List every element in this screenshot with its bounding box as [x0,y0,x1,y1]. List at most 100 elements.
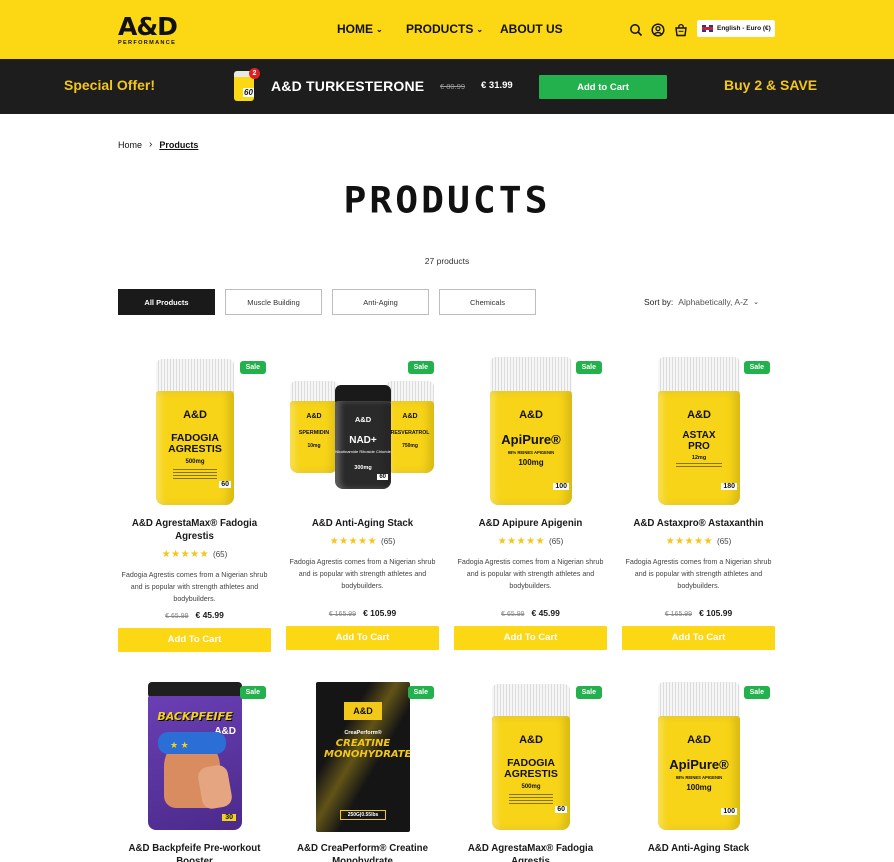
review-count: (65) [213,550,228,559]
logo-subtitle: PERFORMANCE [118,40,177,46]
product-name[interactable]: A&D Anti-Aging Stack [622,842,775,855]
product-name[interactable]: A&D Anti-Aging Stack [286,517,439,530]
add-to-cart-button[interactable]: Add To Cart [118,628,271,652]
brand-logo[interactable]: A&D PERFORMANCE [118,12,190,46]
nav-home[interactable]: HOME ⌄ [337,22,383,36]
filter-chemicals[interactable]: Chemicals [439,289,536,315]
supplement-jar: A&D NAD+ Nicotinamide Riboside Chloride … [335,385,391,489]
promo-product-name: A&D TURKESTERONE [271,78,425,94]
sale-price: € 105.99 [699,608,733,618]
promo-thumb-badge: 60 [243,88,254,97]
product-image[interactable]: A&D ApiPure® 98% REINES APIGENIN 100mg 1… [622,682,775,842]
product-rating: ★★★★★ (65) [118,549,271,560]
promo-old-price: € 80.99 [440,82,466,91]
product-image[interactable]: A&D ASTAX PRO 12mg 180 Sale [622,357,775,517]
star-rating-icon: ★★★★★ [329,536,378,547]
product-description: Fadogia Agrestis comes from a Nigerian s… [121,571,268,603]
sale-price: € 105.99 [363,608,397,618]
product-prices: € 165.99 € 105.99 [622,608,775,618]
star-rating-icon: ★★★★★ [161,549,210,560]
product-image[interactable]: A&D SPERMIDIN 10mg A&D RESVERATROL 750mg… [286,357,439,517]
promo-special-offer: Special Offer! [64,77,156,93]
product-card[interactable]: A&D ApiPure® 98% REINES APIGENIN 100mg 1… [622,682,775,855]
sale-badge: Sale [407,686,434,699]
star-rating-icon: ★★★★★ [665,536,714,547]
chevron-down-icon: ⌄ [476,24,484,34]
supplement-jar: A&D RESVERATROL 750mg [386,381,434,473]
add-to-cart-button[interactable]: Add To Cart [454,626,607,650]
product-prices: € 165.99 € 105.99 [286,608,439,618]
breadcrumb-home[interactable]: Home [118,140,142,150]
product-card[interactable]: A&D FADOGIA AGRESTIS 500mg 60 Sale A&D A… [118,357,271,652]
old-price: € 165.99 [664,611,693,618]
review-count: (65) [717,537,732,546]
product-name[interactable]: A&D Backpfeife Pre-workout Booster [118,842,271,862]
nav-about-label: ABOUT US [500,22,563,36]
sort-value: Alphabetically, A-Z [678,297,749,307]
page-title: PRODUCTS [343,179,551,221]
filter-muscle-building[interactable]: Muscle Building [225,289,322,315]
product-name[interactable]: A&D CreaPerform® Creatine Monohydrate [286,842,439,862]
review-count: (65) [549,537,564,546]
old-price: € 65.99 [501,611,525,618]
sale-badge: Sale [575,686,602,699]
site-header: A&D PERFORMANCE HOME ⌄ PRODUCTS ⌄ ABOUT … [0,0,894,59]
product-name[interactable]: A&D Apipure Apigenin [454,517,607,530]
product-rating: ★★★★★ (65) [286,536,439,547]
product-card[interactable]: BACKPFEIFE A&D ★ ★ 30 Sale A&D Backpfeif… [118,682,271,862]
promo-buy-two-save: Buy 2 & SAVE [724,77,818,93]
language-currency-selector[interactable]: English - Euro (€) [697,20,775,37]
nav-about[interactable]: ABOUT US [500,22,563,36]
sale-badge: Sale [743,686,770,699]
old-price: € 165.99 [328,611,357,618]
breadcrumb: Home › Products [118,139,198,150]
account-icon[interactable] [651,23,665,37]
product-count: 27 products [424,256,470,266]
product-image[interactable]: BACKPFEIFE A&D ★ ★ 30 Sale [118,682,271,842]
review-count: (65) [381,537,396,546]
filter-anti-aging[interactable]: Anti-Aging [332,289,429,315]
product-card[interactable]: A&D ASTAX PRO 12mg 180 Sale A&D Astaxpro… [622,357,775,650]
filter-all-products[interactable]: All Products [118,289,215,315]
sort-label: Sort by: [644,297,674,307]
promo-add-to-cart-button[interactable]: Add to Cart [539,75,667,99]
supplement-jar: A&D FADOGIA AGRESTIS 500mg 60 [492,684,570,830]
preworkout-tub: BACKPFEIFE A&D ★ ★ 30 [148,682,242,830]
supplement-jar: A&D ASTAX PRO 12mg 180 [658,357,740,505]
product-rating: ★★★★★ (65) [454,536,607,547]
chevron-down-icon: ⌄ [753,299,759,306]
product-name[interactable]: A&D Astaxpro® Astaxanthin [622,517,775,530]
language-label: English - Euro (€) [717,25,771,32]
add-to-cart-button[interactable]: Add To Cart [622,626,775,650]
product-card[interactable]: A&D FADOGIA AGRESTIS 500mg 60 Sale A&D A… [454,682,607,862]
product-description: Fadogia Agrestis comes from a Nigerian s… [625,558,772,590]
product-name[interactable]: A&D AgrestaMax® Fadogia Agrestis [118,517,271,543]
search-icon[interactable] [629,23,643,37]
product-image[interactable]: A&D FADOGIA AGRESTIS 500mg 60 Sale [454,682,607,842]
supplement-jar: A&D FADOGIA AGRESTIS 500mg 60 [156,359,234,505]
promo-bar: Special Offer! 60 2 A&D TURKESTERONE € 8… [0,59,894,114]
product-card[interactable]: A&D ApiPure® 98% REINES APIGENIN 100mg 1… [454,357,607,650]
product-image[interactable]: A&D FADOGIA AGRESTIS 500mg 60 Sale [118,357,271,517]
product-card[interactable]: A&D CreaPerform® CREATINE MONOHYDRATE 25… [286,682,439,862]
sale-price: € 45.99 [531,608,560,618]
sale-price: € 45.99 [195,610,224,620]
cart-icon[interactable] [674,23,688,37]
product-image[interactable]: A&D ApiPure® 98% REINES APIGENIN 100mg 1… [454,357,607,517]
creatine-pouch: A&D CreaPerform® CREATINE MONOHYDRATE 25… [316,682,410,832]
supplement-jar: A&D ApiPure® 98% REINES APIGENIN 100mg 1… [658,682,740,830]
product-image[interactable]: A&D CreaPerform® CREATINE MONOHYDRATE 25… [286,682,439,842]
uk-flag-icon [702,25,713,32]
logo-mark: A&D [118,12,178,41]
promo-product-thumbnail[interactable]: 60 2 [234,68,260,103]
add-to-cart-button[interactable]: Add To Cart [286,626,439,650]
old-price: € 65.99 [165,613,189,620]
product-name[interactable]: A&D AgrestaMax® Fadogia Agrestis [454,842,607,862]
nav-products[interactable]: PRODUCTS ⌄ [406,22,483,36]
breadcrumb-current[interactable]: Products [159,140,198,150]
product-description: Fadogia Agrestis comes from a Nigerian s… [457,558,604,590]
promo-new-price: € 31.99 [481,80,513,91]
sale-badge: Sale [239,686,266,699]
sort-selector[interactable]: Sort by: Alphabetically, A-Z ⌄ [644,297,759,307]
product-card[interactable]: A&D SPERMIDIN 10mg A&D RESVERATROL 750mg… [286,357,439,650]
